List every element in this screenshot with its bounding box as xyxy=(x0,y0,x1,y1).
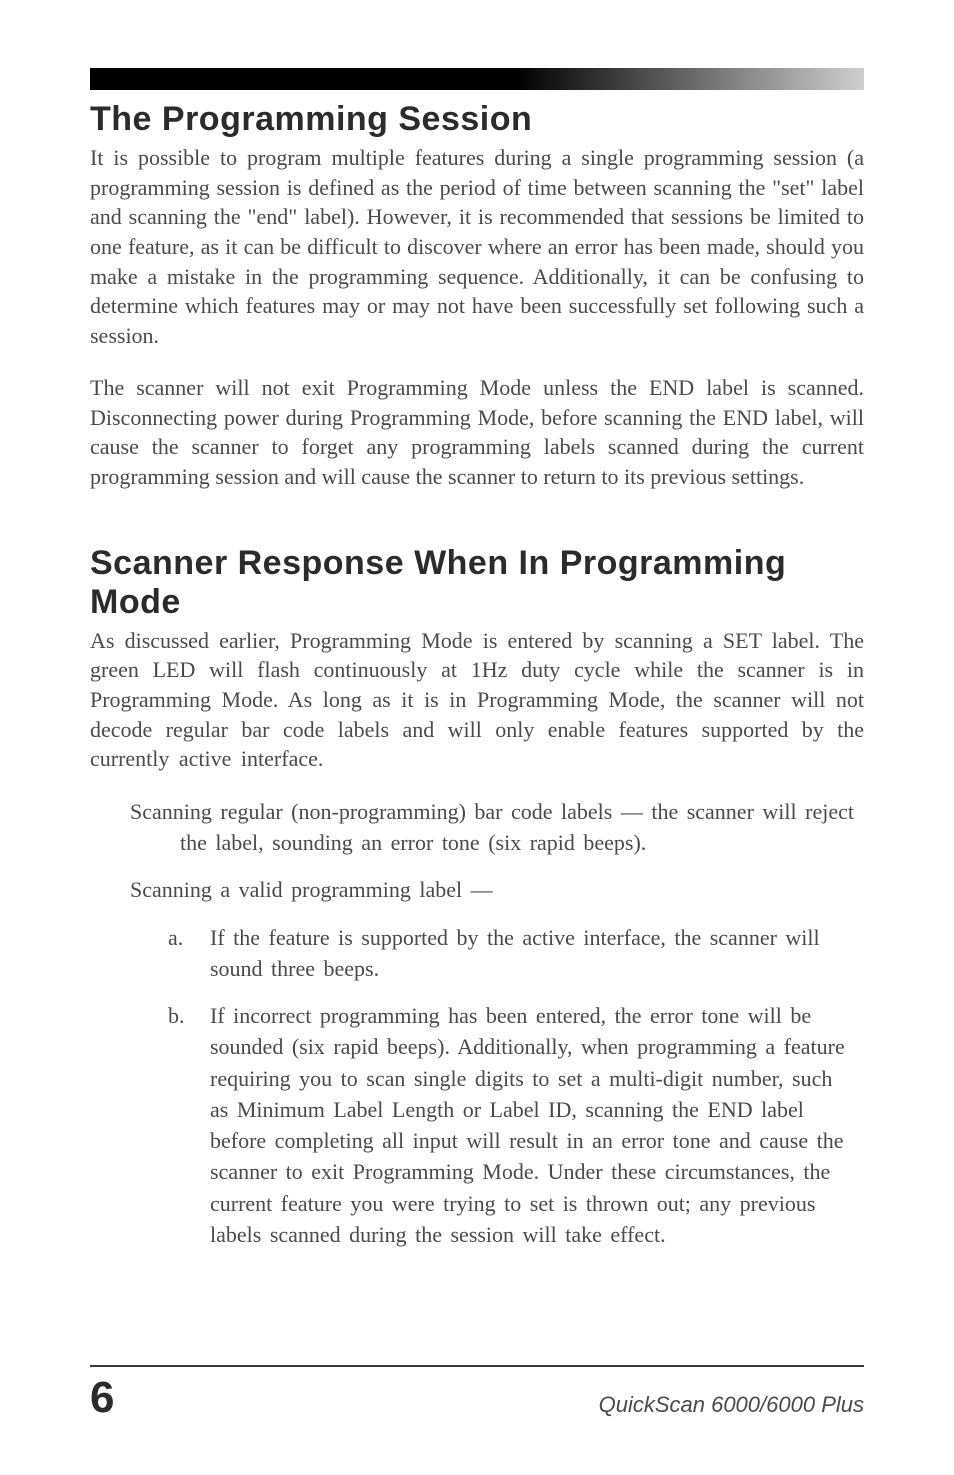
list-letter: b. xyxy=(168,1000,210,1250)
footer-title: QuickScan 6000/6000 Plus xyxy=(599,1392,864,1418)
section-heading-programming-session: The Programming Session xyxy=(90,100,864,139)
list-text: If the feature is supported by the activ… xyxy=(210,922,854,984)
list-text: If incorrect programming has been entere… xyxy=(210,1000,854,1250)
list-item-a: a. If the feature is supported by the ac… xyxy=(168,922,854,984)
paragraph: It is possible to program multiple featu… xyxy=(90,143,864,351)
paragraph: As discussed earlier, Programming Mode i… xyxy=(90,626,864,774)
sub-list: a. If the feature is supported by the ac… xyxy=(168,922,854,1250)
paragraph: The scanner will not exit Programming Mo… xyxy=(90,373,864,492)
footer: 6 QuickScan 6000/6000 Plus xyxy=(90,1365,864,1423)
list-item-b: b. If incorrect programming has been ent… xyxy=(168,1000,854,1250)
page-container: The Programming Session It is possible t… xyxy=(0,0,954,1475)
list-item: Scanning a valid programming label — xyxy=(130,874,854,905)
list-letter: a. xyxy=(168,922,210,984)
footer-row: 6 QuickScan 6000/6000 Plus xyxy=(90,1373,864,1423)
section-heading-scanner-response: Scanner Response When In Programming Mod… xyxy=(90,544,864,622)
list-item: Scanning regular (non-programming) bar c… xyxy=(130,796,854,858)
footer-rule xyxy=(90,1365,864,1367)
page-number: 6 xyxy=(90,1373,114,1423)
indent-block: Scanning regular (non-programming) bar c… xyxy=(130,796,854,906)
header-gradient-bar xyxy=(90,68,864,90)
